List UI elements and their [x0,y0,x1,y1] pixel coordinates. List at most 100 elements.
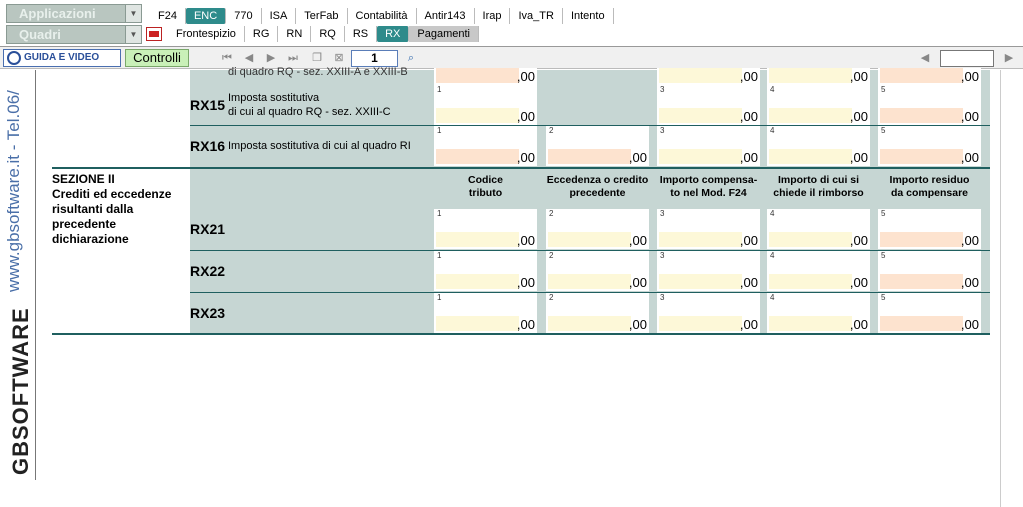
tab-enc[interactable]: ENC [185,8,227,24]
rx16-field[interactable]: 2,00 [546,126,649,166]
rx21-field[interactable]: 3,00 [657,209,760,249]
tab-irap[interactable]: Irap [475,8,511,24]
amount-input[interactable] [436,274,519,289]
tab-rq[interactable]: RQ [311,26,345,42]
rx16-field[interactable]: 4,00 [767,126,870,166]
cut-row-field[interactable]: ,00 [767,68,870,85]
tab-rs[interactable]: RS [345,26,378,42]
section-sub-line: precedente [52,217,117,231]
cut-row-field[interactable]: ,00 [434,68,537,85]
prev-page-icon[interactable]: ◀ [242,51,256,65]
amount-input[interactable] [769,68,852,83]
amount-input[interactable] [436,149,519,164]
amount-input[interactable] [769,232,852,247]
amount-input[interactable] [436,232,519,247]
amount-input[interactable] [769,274,852,289]
rx15-field[interactable]: 1,00 [434,85,537,125]
amount-input[interactable] [880,68,963,83]
amount-input[interactable] [769,316,852,331]
amount-input[interactable] [548,232,631,247]
tab-contabilit-[interactable]: Contabilità [348,8,417,24]
scroll-right-icon[interactable]: ▶ [1002,51,1016,65]
rx16-field[interactable]: 1,00 [434,126,537,166]
rx23-field[interactable]: 3,00 [657,293,760,333]
tab-f24[interactable]: F24 [150,8,186,24]
rx21-field[interactable]: 1,00 [434,209,537,249]
field-number: 2 [549,209,554,218]
rx23-field[interactable]: 1,00 [434,293,537,333]
amount-input[interactable] [548,274,631,289]
cut-row-field[interactable]: ,00 [657,68,760,85]
rx23-field[interactable]: 4,00 [767,293,870,333]
rx15-field[interactable]: 4,00 [767,85,870,125]
right-input[interactable] [940,50,994,67]
tab-isa[interactable]: ISA [262,8,297,24]
amount-input[interactable] [769,149,852,164]
applicazioni-combo[interactable]: Applicazioni ▼ [6,4,142,23]
tab-pagamenti[interactable]: Pagamenti [409,26,479,42]
decimal-suffix: ,00 [516,109,535,124]
tab-770[interactable]: 770 [226,8,262,24]
chevron-down-icon[interactable]: ▼ [125,26,141,43]
chevron-down-icon[interactable]: ▼ [125,5,141,22]
search-page-icon[interactable]: ⌕ [404,51,418,65]
amount-input[interactable] [548,149,631,164]
amount-input[interactable] [659,316,742,331]
rx21-field[interactable]: 2,00 [546,209,649,249]
page-number-field[interactable]: 1 [351,50,398,67]
amount-input[interactable] [880,316,963,331]
amount-input[interactable] [880,232,963,247]
vertical-scrollbar[interactable] [1000,70,1022,507]
scroll-left-icon[interactable]: ◀ [918,51,932,65]
amount-input[interactable] [436,68,519,83]
rx15-field[interactable]: 5,00 [878,85,981,125]
amount-input[interactable] [659,149,742,164]
amount-input[interactable] [659,68,742,83]
cut-row-field[interactable]: ,00 [878,68,981,85]
amount-input[interactable] [880,274,963,289]
amount-input[interactable] [659,108,742,123]
rx16-field[interactable]: 3,00 [657,126,760,166]
tab-frontespizio[interactable]: Frontespizio [168,26,245,42]
rx22-field[interactable]: 4,00 [767,251,870,291]
amount-input[interactable] [880,149,963,164]
field-number: 5 [881,209,886,218]
controls-button[interactable]: Controlli [125,49,189,67]
amount-input[interactable] [659,232,742,247]
amount-input[interactable] [436,108,519,123]
amount-input[interactable] [659,274,742,289]
tab-antir143[interactable]: Antir143 [417,8,475,24]
rx15-field[interactable]: 3,00 [657,85,760,125]
rx23-field[interactable]: 2,00 [546,293,649,333]
copy-page-icon[interactable]: ❐ [310,51,324,65]
field-number: 2 [549,126,554,135]
tab-intento[interactable]: Intento [563,8,614,24]
amount-input[interactable] [436,316,519,331]
rx22-field[interactable]: 2,00 [546,251,649,291]
row-code-rx22: RX22 [190,263,226,279]
tab-terfab[interactable]: TerFab [296,8,348,24]
rx21-field[interactable]: 5,00 [878,209,981,249]
last-page-icon[interactable]: ⏭ [286,51,300,65]
pdf-icon[interactable] [146,27,162,41]
rx23-field[interactable]: 5,00 [878,293,981,333]
rx22-field[interactable]: 3,00 [657,251,760,291]
tab-rn[interactable]: RN [278,26,312,42]
rx16-field[interactable]: 5,00 [878,126,981,166]
decimal-suffix: ,00 [739,150,758,165]
rx22-field[interactable]: 5,00 [878,251,981,291]
next-page-icon[interactable]: ▶ [264,51,278,65]
tab-rx[interactable]: RX [377,26,410,42]
amount-input[interactable] [769,108,852,123]
rx21-field[interactable]: 4,00 [767,209,870,249]
rx22-field[interactable]: 1,00 [434,251,537,291]
tab-rg[interactable]: RG [245,26,279,42]
first-page-icon[interactable]: ⏮ [220,51,234,65]
delete-page-icon[interactable]: ⊠ [332,51,346,65]
tab-iva-tr[interactable]: Iva_TR [510,8,563,24]
guide-video-button[interactable]: GUIDA E VIDEO [3,49,121,67]
amount-input[interactable] [880,108,963,123]
quadri-combo[interactable]: Quadri ▼ [6,25,142,44]
amount-input[interactable] [548,316,631,331]
decimal-suffix: ,00 [516,317,535,332]
